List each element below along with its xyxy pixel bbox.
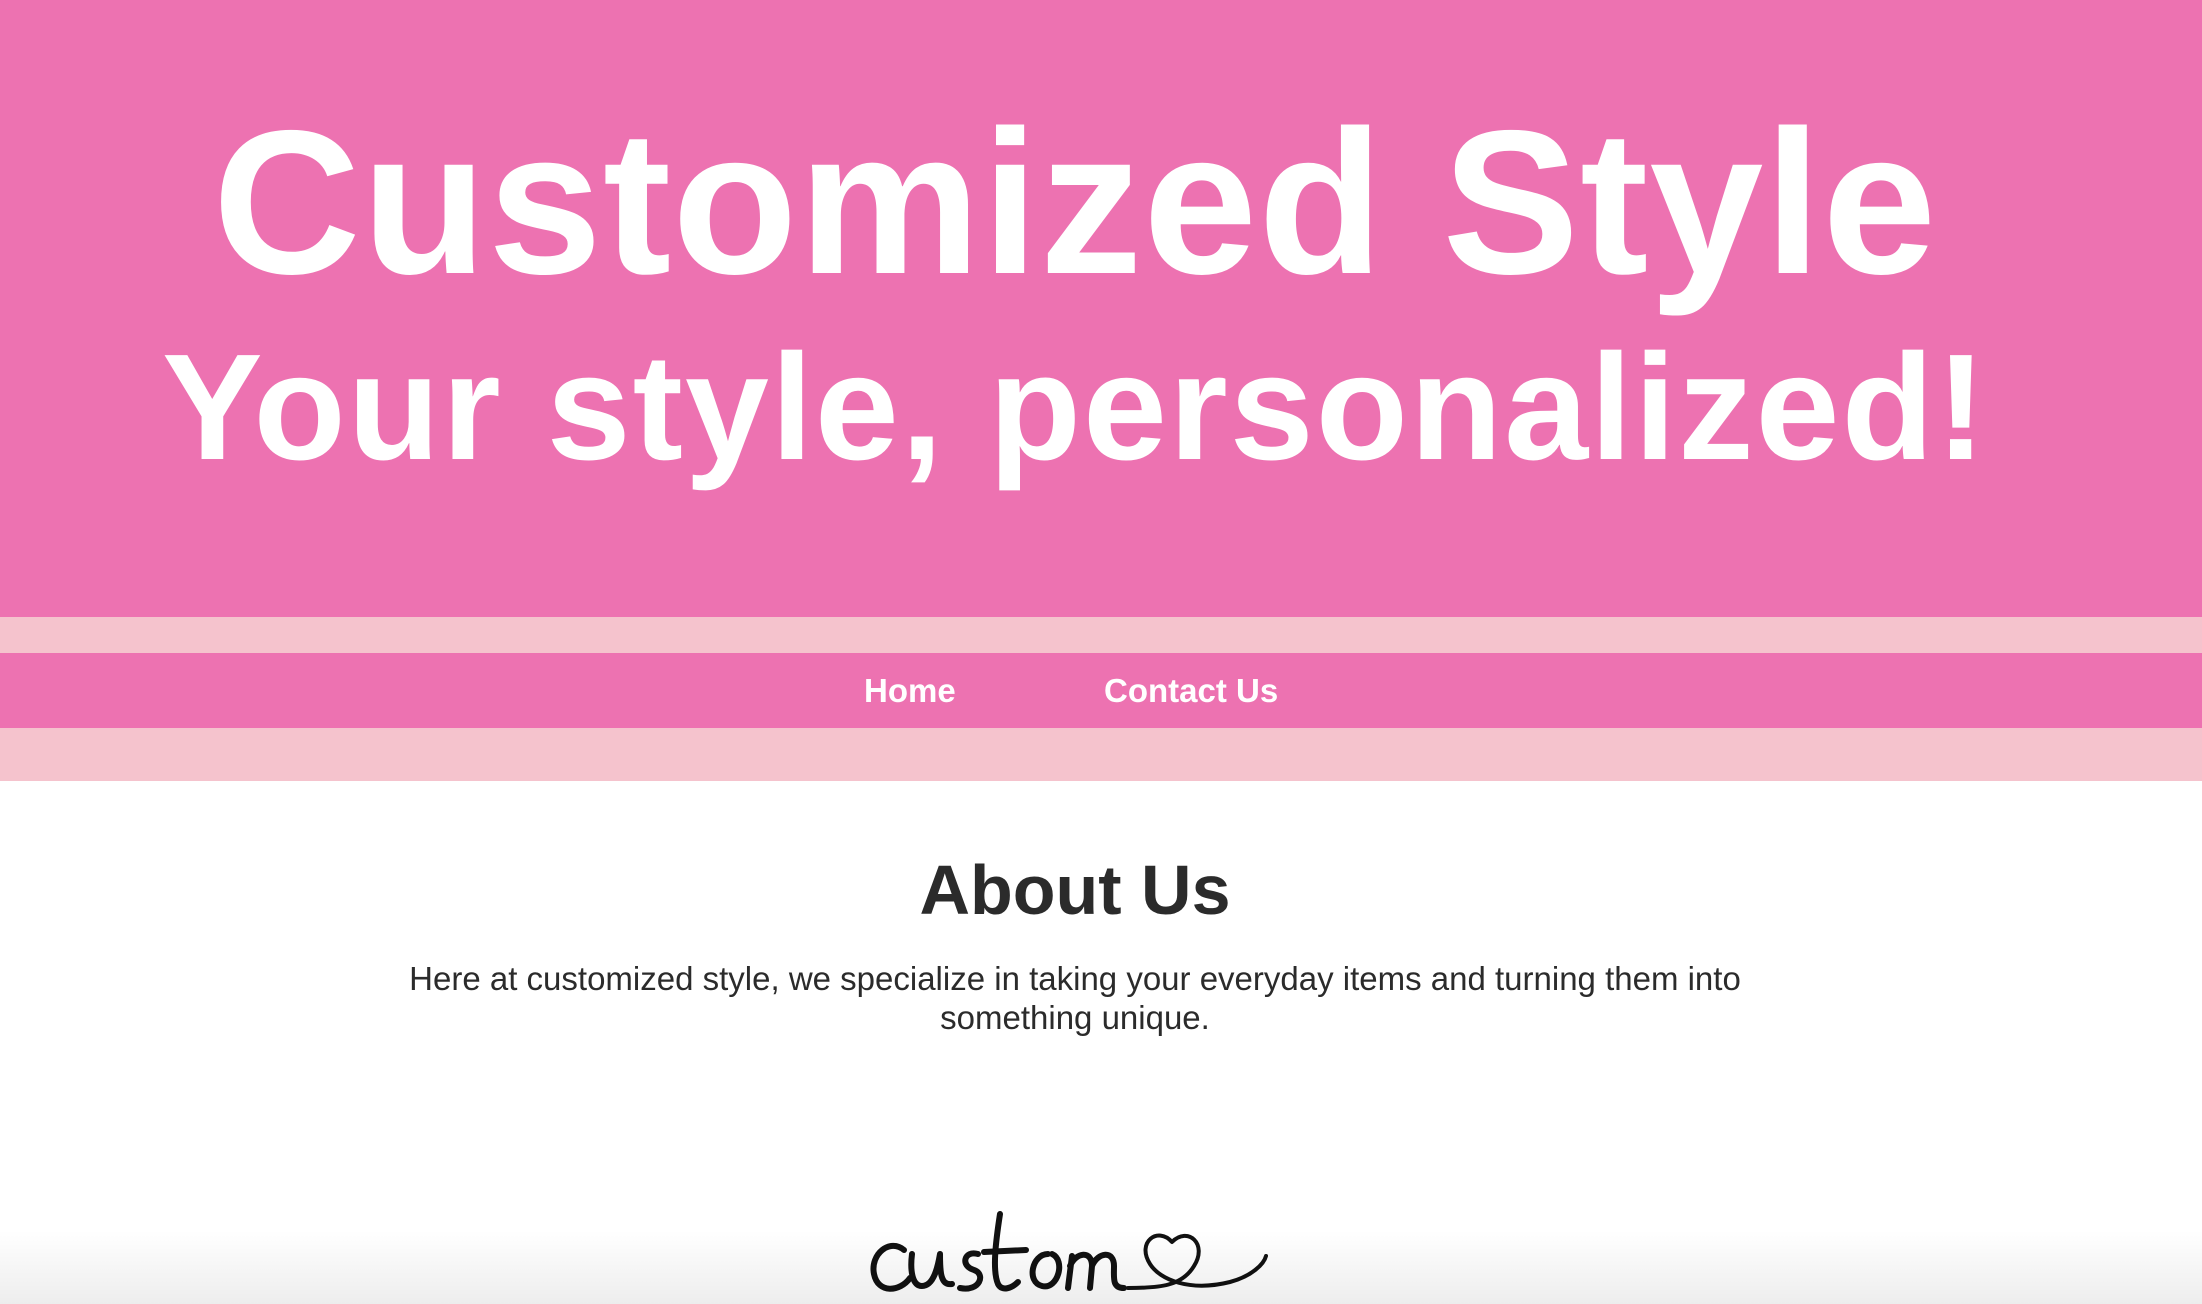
nav-link-home[interactable]: Home: [864, 653, 956, 728]
site-title: Customized Style: [212, 88, 1938, 317]
nav-top-band: [0, 617, 2202, 653]
custom-logo-script: [870, 1211, 1127, 1292]
about-heading: About Us: [919, 851, 1231, 929]
about-text: Here at customized style, we specialize …: [409, 960, 1741, 1036]
custom-logo-image: [870, 1211, 1268, 1292]
nav-bottom-band: [0, 728, 2202, 781]
nav-link-contact-us[interactable]: Contact Us: [1104, 653, 1278, 728]
heart-icon: [1126, 1233, 1268, 1290]
site-tagline: Your style, personalized!: [161, 322, 1989, 491]
hero-banner: Customized Style Your style, personalize…: [0, 0, 2202, 617]
page: Customized Style Your style, personalize…: [0, 0, 2202, 1304]
main-nav: Home Contact Us: [0, 653, 2202, 728]
